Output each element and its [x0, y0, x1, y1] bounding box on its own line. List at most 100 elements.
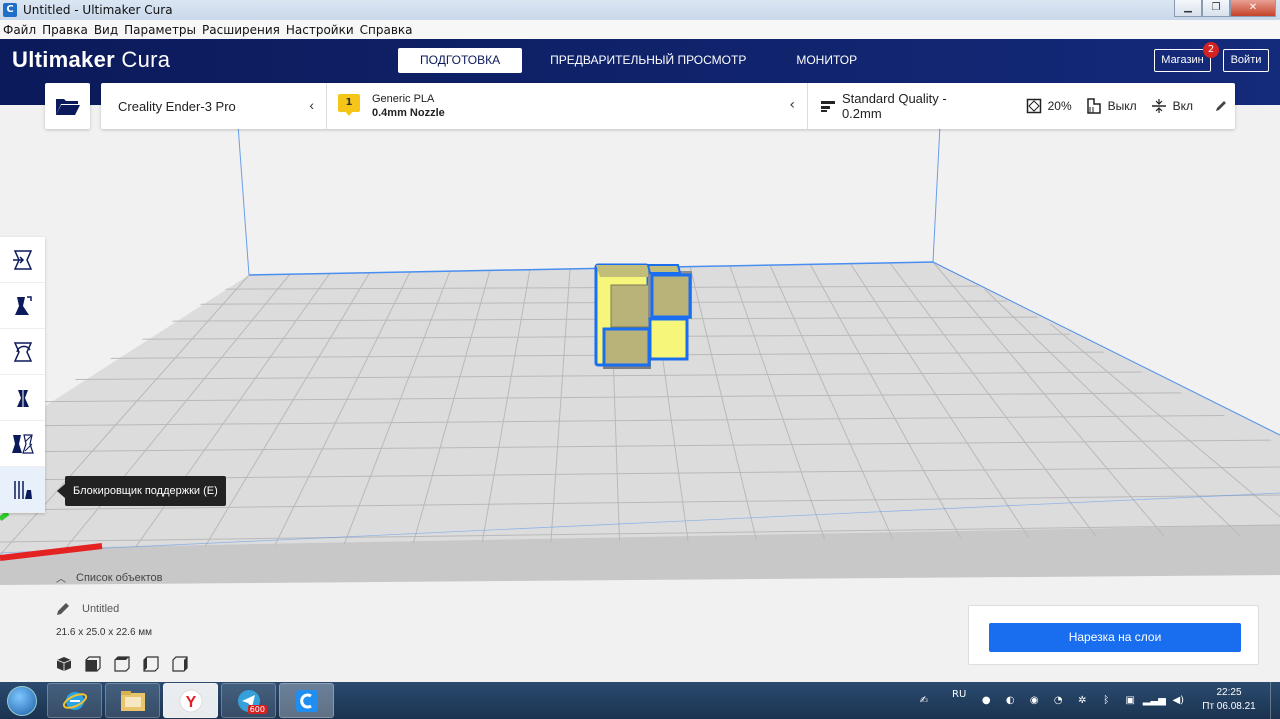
- menu-preferences[interactable]: Настройки: [286, 23, 354, 37]
- maximize-button[interactable]: ❐: [1202, 0, 1230, 17]
- cube-top-icon: [114, 656, 130, 672]
- windows-taskbar: Y 600 ✍ RU ● ◐ ◉ ◔ ✲ ᛒ ▣ ▂▃▅ ◀) 22:25 Пт…: [0, 682, 1280, 719]
- minimize-button[interactable]: ▁: [1174, 0, 1202, 17]
- marketplace-badge: 2: [1203, 42, 1219, 58]
- infill-value: 20%: [1047, 99, 1072, 113]
- material-name: Generic PLA: [372, 93, 435, 105]
- tool-rotate[interactable]: [0, 329, 45, 375]
- cube-front-icon: [85, 656, 101, 672]
- adhesion-icon: [1151, 99, 1166, 113]
- svg-text:Y: Y: [185, 694, 196, 711]
- support-value: Выкл: [1107, 99, 1137, 113]
- language-indicator[interactable]: RU: [952, 689, 966, 700]
- menu-extensions[interactable]: Расширения: [202, 23, 280, 37]
- support-blocker-icon: [13, 480, 32, 499]
- menu-edit[interactable]: Правка: [42, 23, 88, 37]
- menu-settings[interactable]: Параметры: [124, 23, 196, 37]
- taskbar-telegram[interactable]: 600: [221, 683, 276, 718]
- view-left-button[interactable]: [143, 656, 159, 675]
- cura-icon: [295, 689, 318, 712]
- printer-name: Creality Ender-3 Pro: [118, 98, 236, 114]
- start-button[interactable]: [0, 682, 44, 719]
- taskbar-explorer[interactable]: [105, 683, 160, 718]
- cube-right-icon: [172, 656, 188, 672]
- adhesion-value: Вкл: [1172, 99, 1194, 113]
- clock-time: 22:25: [1216, 687, 1242, 698]
- menu-bar: Файл Правка Вид Параметры Расширения Нас…: [0, 20, 1280, 39]
- bulb-icon[interactable]: ◔: [1050, 693, 1066, 709]
- internet-explorer-icon: [62, 691, 87, 710]
- tool-per-model-settings[interactable]: [0, 421, 45, 467]
- tab-preview[interactable]: ПРЕДВАРИТЕЛЬНЫЙ ПРОСМОТР: [528, 48, 768, 73]
- windows-logo-icon: [7, 685, 37, 716]
- taskbar-cura[interactable]: [279, 683, 334, 718]
- folder-icon: [55, 99, 80, 115]
- cube-3d-icon: [56, 657, 72, 671]
- fan-icon[interactable]: ✲: [1074, 693, 1090, 709]
- quality-profile: Standard Quality - 0.2mm: [841, 91, 947, 121]
- viber-icon[interactable]: ●: [978, 693, 994, 709]
- rotate-tool-icon: [13, 341, 32, 362]
- object-list-toggle[interactable]: ︿ Список объектов: [56, 570, 276, 586]
- volume-icon[interactable]: ◀): [1170, 693, 1186, 709]
- close-button[interactable]: ✕: [1230, 0, 1276, 17]
- slice-panel: Нарезка на слои: [968, 605, 1259, 665]
- selected-model[interactable]: [594, 263, 692, 369]
- cura-app-icon: C: [3, 3, 17, 17]
- quality-icon: [820, 101, 835, 112]
- printer-selector[interactable]: Creality Ender-3 Pro ‹: [101, 83, 327, 129]
- object-dimensions: 21.6 x 25.0 x 22.6 мм: [56, 627, 153, 638]
- pencil-icon: [1216, 101, 1227, 111]
- telegram-unread-badge: 600: [247, 705, 267, 714]
- taskbar-internet-explorer[interactable]: [47, 683, 102, 718]
- pen-input-icon[interactable]: ✍: [910, 693, 938, 709]
- print-settings-selector[interactable]: Standard Quality - 0.2mm 20% Выкл Вкл: [808, 83, 1235, 129]
- chevron-left-icon: ‹: [309, 97, 314, 113]
- tab-monitor[interactable]: МОНИТОР: [774, 48, 879, 73]
- build-volume-edge: [932, 124, 941, 263]
- tab-prepare[interactable]: ПОДГОТОВКА: [398, 48, 523, 73]
- network-signal-icon[interactable]: ▂▃▅: [1143, 693, 1166, 709]
- infill-icon: [1026, 98, 1041, 114]
- view-right-button[interactable]: [172, 656, 188, 675]
- menu-file[interactable]: Файл: [3, 23, 36, 37]
- view-3d-button[interactable]: [56, 656, 72, 675]
- signin-button[interactable]: Войти: [1223, 49, 1269, 72]
- yandex-browser-icon: Y: [179, 689, 202, 712]
- object-name-row[interactable]: Untitled: [56, 602, 276, 616]
- nozzle-size: 0.4mm Nozzle: [372, 107, 445, 119]
- object-list: ︿ Список объектов Untitled 21.6 x 25.0 x…: [56, 570, 276, 675]
- bluetooth-icon[interactable]: ᛒ: [1098, 693, 1114, 709]
- safely-remove-icon[interactable]: ▣: [1122, 693, 1138, 709]
- menu-help[interactable]: Справка: [360, 23, 413, 37]
- tool-support-blocker[interactable]: [0, 467, 45, 513]
- tool-move[interactable]: [0, 237, 45, 283]
- scale-tool-icon: [14, 295, 32, 315]
- cura-tray-icon[interactable]: ◐: [1002, 693, 1018, 709]
- open-file-button[interactable]: [45, 83, 90, 129]
- support-blocker-tooltip: Блокировщик поддержки (E): [57, 476, 226, 506]
- object-name: Untitled: [82, 603, 120, 615]
- move-tool-icon: [12, 249, 32, 270]
- printer-config-bar: Creality Ender-3 Pro ‹ 1 Generic PLA 0.4…: [101, 83, 1235, 129]
- chevron-left-icon: ‹: [789, 97, 795, 113]
- build-volume-edge: [237, 124, 250, 276]
- material-selector[interactable]: 1 Generic PLA 0.4mm Nozzle ‹: [327, 83, 808, 129]
- folder-icon: [120, 690, 145, 711]
- system-tray: ✍ RU ● ◐ ◉ ◔ ✲ ᛒ ▣ ▂▃▅ ◀): [910, 682, 1194, 719]
- window-controls: ▁ ❐ ✕: [1174, 0, 1276, 17]
- antivirus-icon[interactable]: ◉: [1026, 693, 1042, 709]
- taskbar-yandex-browser[interactable]: Y: [163, 683, 218, 718]
- menu-view[interactable]: Вид: [94, 23, 118, 37]
- tool-scale[interactable]: [0, 283, 45, 329]
- tool-mirror[interactable]: [0, 375, 45, 421]
- object-list-header: Список объектов: [76, 571, 163, 584]
- slice-button[interactable]: Нарезка на слои: [989, 623, 1241, 652]
- chevron-up-icon: ︿: [56, 574, 66, 585]
- view-front-button[interactable]: [85, 656, 101, 675]
- window-title: Untitled - Ultimaker Cura: [23, 3, 173, 17]
- show-desktop-button[interactable]: [1270, 682, 1280, 719]
- system-clock[interactable]: 22:25 Пт 06.08.21: [1196, 686, 1262, 714]
- tool-panel: [0, 237, 45, 513]
- view-top-button[interactable]: [114, 656, 130, 675]
